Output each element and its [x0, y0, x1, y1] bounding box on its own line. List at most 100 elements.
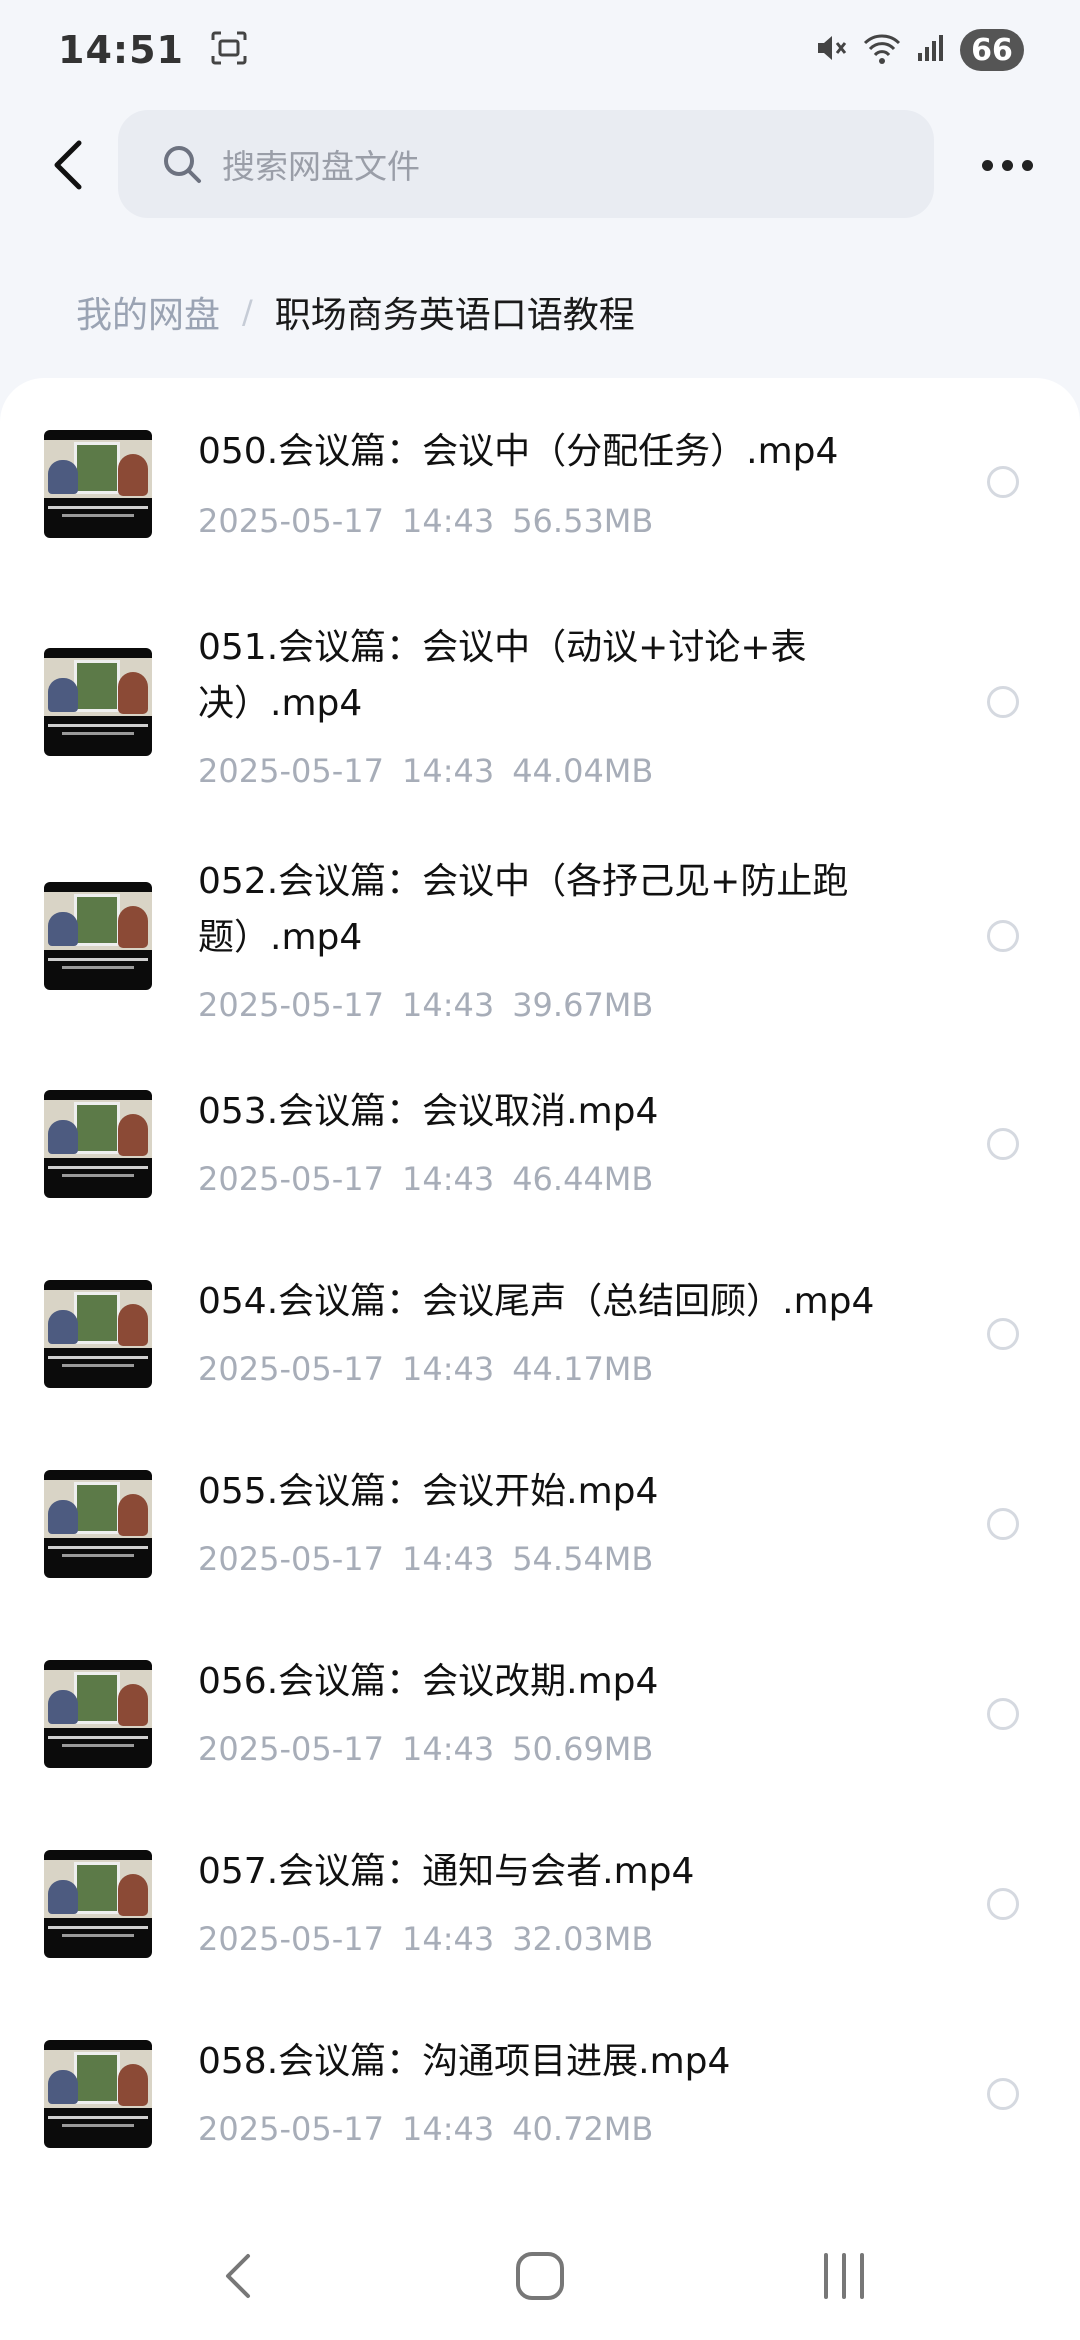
status-bar: 14:51 66 [0, 0, 1080, 100]
dot-icon [1021, 159, 1033, 171]
file-meta: 2025-05-17 14:43 44.17MB [198, 1350, 653, 1388]
search-icon [164, 146, 201, 183]
file-date: 2025-05-17 [198, 1160, 384, 1198]
file-size: 44.17MB [512, 1350, 654, 1388]
file-meta: 2025-05-17 14:43 54.54MB [198, 1540, 653, 1578]
file-date: 2025-05-17 [198, 986, 384, 1024]
select-radio[interactable] [987, 686, 1019, 718]
file-name: 057.会议篇：通知与会者.mp4 [198, 1851, 695, 1892]
video-thumbnail [44, 1090, 152, 1198]
file-size: 56.53MB [512, 502, 654, 540]
file-row[interactable]: 053.会议篇：会议取消.mp4 2025-05-17 14:43 46.44M… [0, 1090, 1080, 1230]
video-thumbnail [44, 430, 152, 538]
video-thumbnail [44, 1850, 152, 1958]
file-time: 14:43 [401, 502, 495, 540]
file-size: 44.04MB [512, 752, 654, 790]
nav-recents-button[interactable] [804, 2236, 884, 2316]
file-size: 32.03MB [512, 1920, 654, 1958]
file-row[interactable]: 055.会议篇：会议开始.mp4 2025-05-17 14:43 54.54M… [0, 1470, 1080, 1610]
signal-icon [916, 33, 946, 67]
mute-icon [814, 31, 848, 69]
file-date: 2025-05-17 [198, 752, 384, 790]
wifi-icon [862, 31, 902, 69]
screenshot-icon [210, 30, 248, 70]
file-row[interactable]: 057.会议篇：通知与会者.mp4 2025-05-17 14:43 32.03… [0, 1850, 1080, 1990]
file-row[interactable]: 052.会议篇：会议中（各抒己见+防止跑题）.mp4 2025-05-17 14… [0, 858, 1080, 1038]
select-radio[interactable] [987, 1318, 1019, 1350]
breadcrumb-separator: / [242, 293, 253, 331]
back-button[interactable] [36, 132, 102, 198]
search-input[interactable]: 搜索网盘文件 [118, 110, 934, 218]
recents-icon [824, 2253, 864, 2299]
file-time: 14:43 [401, 1730, 495, 1768]
video-thumbnail [44, 648, 152, 756]
file-meta: 2025-05-17 14:43 56.53MB [198, 502, 653, 540]
file-row[interactable]: 051.会议篇：会议中（动议+讨论+表决）.mp4 2025-05-17 14:… [0, 624, 1080, 804]
file-date: 2025-05-17 [198, 1540, 384, 1578]
file-name: 051.会议篇：会议中（动议+讨论+表决）.mp4 [198, 627, 807, 724]
file-date: 2025-05-17 [198, 1350, 384, 1388]
file-date: 2025-05-17 [198, 1730, 384, 1768]
file-date: 2025-05-17 [198, 502, 384, 540]
file-size: 46.44MB [512, 1160, 654, 1198]
search-placeholder: 搜索网盘文件 [222, 147, 420, 186]
more-options-button[interactable] [972, 132, 1042, 198]
video-thumbnail [44, 1470, 152, 1578]
select-radio[interactable] [987, 466, 1019, 498]
file-name: 056.会议篇：会议改期.mp4 [198, 1661, 659, 1702]
nav-home-button[interactable] [500, 2236, 580, 2316]
file-time: 14:43 [401, 986, 495, 1024]
file-meta: 2025-05-17 14:43 46.44MB [198, 1160, 653, 1198]
file-meta: 2025-05-17 14:43 32.03MB [198, 1920, 653, 1958]
header: 搜索网盘文件 [0, 110, 1080, 220]
file-name: 050.会议篇：会议中（分配任务）.mp4 [198, 431, 839, 472]
file-time: 14:43 [401, 1920, 495, 1958]
file-row[interactable]: 054.会议篇：会议尾声（总结回顾）.mp4 2025-05-17 14:43 … [0, 1280, 1080, 1420]
video-thumbnail [44, 1660, 152, 1768]
select-radio[interactable] [987, 1698, 1019, 1730]
select-radio[interactable] [987, 2078, 1019, 2110]
nav-back-button[interactable] [198, 2236, 278, 2316]
select-radio[interactable] [987, 1128, 1019, 1160]
status-left: 14:51 [58, 28, 248, 72]
battery-indicator: 66 [960, 29, 1024, 71]
file-meta: 2025-05-17 14:43 39.67MB [198, 986, 653, 1024]
file-meta: 2025-05-17 14:43 40.72MB [198, 2110, 653, 2148]
file-list: 050.会议篇：会议中（分配任务）.mp4 2025-05-17 14:43 5… [0, 378, 1080, 2210]
file-name: 054.会议篇：会议尾声（总结回顾）.mp4 [198, 1281, 875, 1322]
video-thumbnail [44, 1280, 152, 1388]
file-time: 14:43 [401, 1350, 495, 1388]
select-radio[interactable] [987, 920, 1019, 952]
file-size: 40.72MB [512, 2110, 654, 2148]
file-name: 058.会议篇：沟通项目进展.mp4 [198, 2041, 731, 2082]
file-size: 54.54MB [512, 1540, 654, 1578]
file-name: 052.会议篇：会议中（各抒己见+防止跑题）.mp4 [198, 861, 849, 958]
file-time: 14:43 [401, 752, 495, 790]
file-row[interactable]: 058.会议篇：沟通项目进展.mp4 2025-05-17 14:43 40.7… [0, 2040, 1080, 2180]
dot-icon [1001, 159, 1013, 171]
status-right: 66 [814, 29, 1024, 71]
file-time: 14:43 [401, 1160, 495, 1198]
file-name: 055.会议篇：会议开始.mp4 [198, 1471, 659, 1512]
file-meta: 2025-05-17 14:43 44.04MB [198, 752, 653, 790]
file-date: 2025-05-17 [198, 2110, 384, 2148]
dot-icon [981, 159, 993, 171]
file-name: 053.会议篇：会议取消.mp4 [198, 1091, 659, 1132]
file-time: 14:43 [401, 1540, 495, 1578]
file-time: 14:43 [401, 2110, 495, 2148]
status-time: 14:51 [58, 28, 184, 72]
breadcrumb-root[interactable]: 我的网盘 [76, 286, 220, 338]
breadcrumb-current: 职场商务英语口语教程 [274, 295, 635, 336]
chevron-left-icon [226, 2254, 250, 2298]
file-size: 50.69MB [512, 1730, 654, 1768]
select-radio[interactable] [987, 1888, 1019, 1920]
file-row[interactable]: 056.会议篇：会议改期.mp4 2025-05-17 14:43 50.69M… [0, 1660, 1080, 1800]
file-row[interactable]: 050.会议篇：会议中（分配任务）.mp4 2025-05-17 14:43 5… [0, 426, 1080, 586]
back-arrow-icon [54, 140, 82, 190]
video-thumbnail [44, 2040, 152, 2148]
file-date: 2025-05-17 [198, 1920, 384, 1958]
select-radio[interactable] [987, 1508, 1019, 1540]
home-icon [516, 2252, 564, 2300]
file-size: 39.67MB [512, 986, 654, 1024]
file-meta: 2025-05-17 14:43 50.69MB [198, 1730, 653, 1768]
